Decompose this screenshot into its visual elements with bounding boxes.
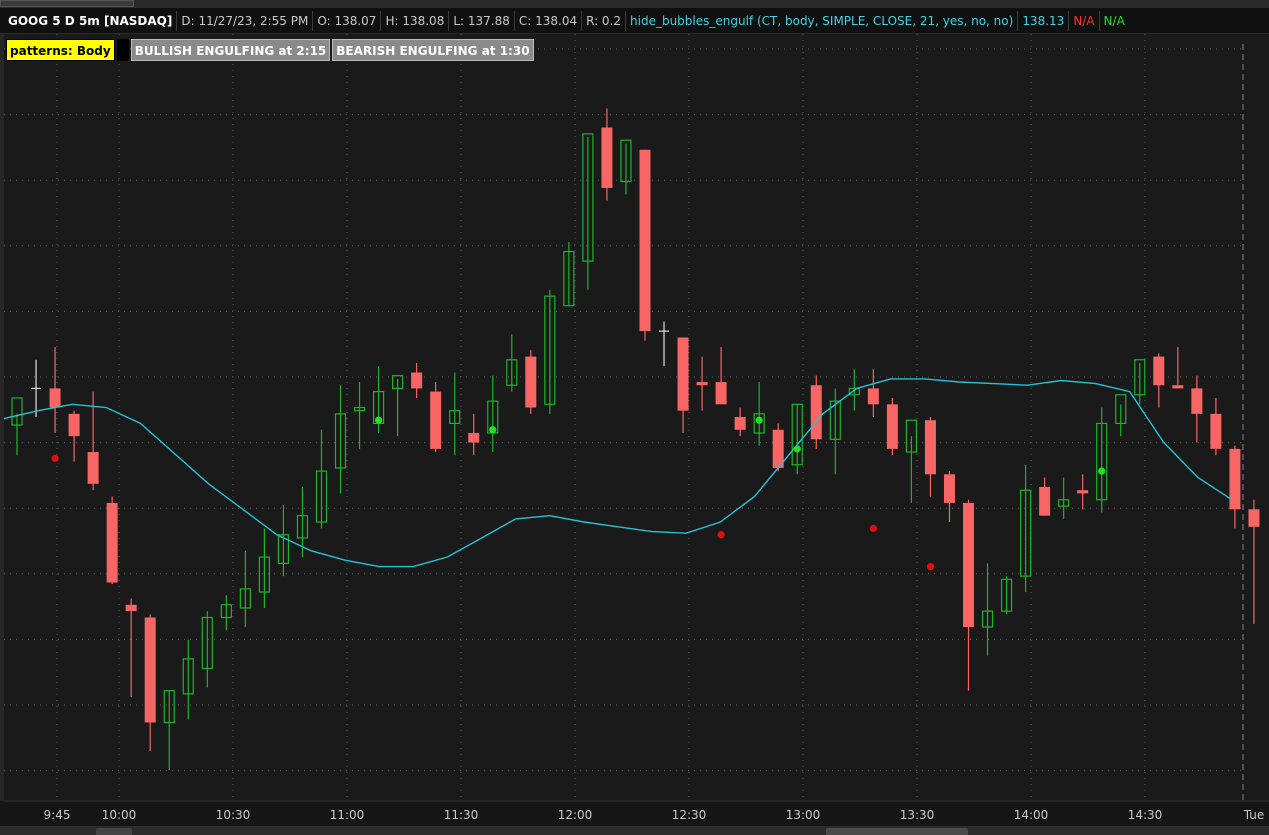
bullish-engulfing-dot [1098,467,1106,475]
x-axis-tick-label: 10:30 [216,808,251,822]
candle-body [106,502,118,583]
candle-body [734,417,746,430]
candle-body [696,382,708,386]
plot-background [0,34,1269,835]
x-axis-tick-label: 13:30 [900,808,935,822]
close-readout: C: 138.04 [515,10,583,31]
candle-body [430,391,442,449]
x-axis-tick-label: 14:00 [1014,808,1049,822]
x-axis-tick-label: 9:45 [44,808,71,822]
x-axis-tick-label: 12:00 [558,808,593,822]
x-axis-tick-label: 11:00 [330,808,365,822]
candle-body [1191,388,1203,414]
na-red-value: N/A [1069,10,1100,31]
date-readout: D: 11/27/23, 2:55 PM [177,10,314,31]
bearish-engulfing-dot [869,524,877,533]
candle-body [125,604,137,612]
candle-body [1172,385,1184,389]
candle-body [411,372,423,389]
candle-body [1039,487,1051,516]
left-edge-bar [0,34,4,801]
candle-body [677,337,689,411]
candle-body [1153,356,1165,386]
symbol-label[interactable]: GOOG 5 D 5m [NASDAQ] [0,10,178,31]
low-readout: L: 137.88 [449,10,515,31]
candle-body [525,356,537,408]
candle-body [1229,448,1241,510]
candle-body [715,382,727,405]
x-axis-tick-label: 13:00 [786,808,821,822]
range-readout: R: 0.2 [582,10,627,31]
chart-footer [0,826,1269,835]
bullish-engulfing-dot [793,445,801,453]
candle-body [867,388,879,405]
candle-body [924,420,936,475]
pattern-bubbles: patterns: Body BULLISH ENGULFING at 2:15… [6,38,534,62]
bullish-engulfing-dot [374,416,383,424]
candle-body [810,385,822,440]
indicator-label[interactable]: hide_bubbles_engulf (CT, body, SIMPLE, C… [626,10,1019,31]
candle-body [963,502,974,628]
chart-window: 9:45 10:00 10:30 11:00 11:30 12:00 12:30 13:00 1… [0,0,1269,835]
candle-body [144,617,156,723]
x-axis-tick-label: 14:30 [1128,808,1163,822]
high-readout: H: 138.08 [381,10,450,31]
chart-header: GOOG 5 D 5m [NASDAQ] D: 11/27/23, 2:55 P… [0,8,1269,34]
patterns-label: patterns: Body [6,39,115,61]
bearish-engulfing-bubble: BEARISH ENGULFING at 1:30 [332,39,534,61]
na-green-value: N/A [1103,13,1125,28]
candle-body [87,452,99,484]
bearish-engulfing-dot [926,562,935,571]
candle-body [1077,490,1089,494]
horizontal-scrollbar[interactable] [826,828,968,835]
x-axis-band [0,801,1269,826]
open-readout: O: 138.07 [313,10,382,31]
candle-body [886,404,898,449]
price-chart[interactable]: 9:45 10:00 10:30 11:00 11:30 12:00 12:30 13:00 1… [0,0,1269,835]
x-axis-tick-label: 10:00 [102,808,137,822]
candle-body [601,127,613,188]
candle-body [639,149,651,332]
x-axis-tick-label: 11:30 [444,808,479,822]
candle-body [1210,413,1222,449]
bullish-engulfing-dot [489,426,497,434]
scroll-left-button[interactable] [96,828,132,835]
indicator-value: 138.13 [1018,10,1070,31]
candle-body [49,388,61,408]
candle-body [943,474,955,503]
bullish-engulfing-bubble: BULLISH ENGULFING at 2:15 [130,39,331,61]
bearish-engulfing-dot [717,531,725,539]
bearish-engulfing-dot [51,454,59,463]
candle-body [68,413,80,437]
candle-body [1248,509,1260,527]
candle-body [468,432,480,443]
x-axis-tick-label: 12:30 [672,808,707,822]
bullish-engulfing-dot [755,416,763,424]
x-axis-tick-label: Tue [1243,808,1265,822]
patterns-spacer [116,39,129,61]
